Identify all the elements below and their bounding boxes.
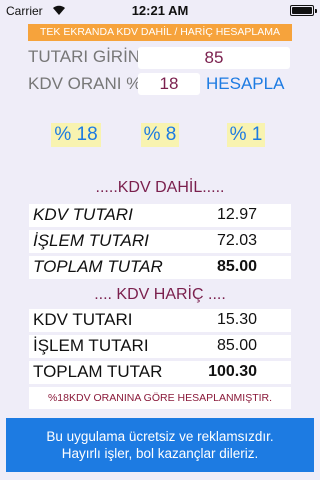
haric-kdv-label: KDV TUTARI bbox=[33, 310, 133, 329]
dahil-islem-label: İŞLEM TUTARI bbox=[33, 231, 149, 250]
haric-kdv-value: 15.30 bbox=[216, 311, 257, 328]
dahil-toplam-label: TOPLAM TUTAR bbox=[33, 257, 163, 276]
dahil-kdv-row: KDV TUTARI 12.97 bbox=[29, 204, 291, 227]
rate-18-button[interactable]: % 18 bbox=[51, 123, 101, 147]
kdv-dahil-title: .....KDV DAHİL..... bbox=[95, 179, 225, 196]
haric-toplam-label: TOPLAM TUTAR bbox=[33, 362, 163, 381]
haric-toplam-value: 100.30 bbox=[208, 363, 257, 380]
battery-icon bbox=[290, 5, 317, 16]
dahil-kdv-label: KDV TUTARI bbox=[33, 205, 133, 224]
kdv-haric-title: .... KDV HARİÇ .... bbox=[94, 286, 226, 303]
calculate-button[interactable]: HESAPLA bbox=[206, 74, 284, 94]
rate-8-button[interactable]: % 8 bbox=[141, 123, 179, 147]
banner-line-1: Bu uygulama ücretsiz ve reklamsızdır. bbox=[46, 429, 274, 444]
haric-islem-value: 85.00 bbox=[216, 337, 257, 354]
dahil-toplam-row: TOPLAM TUTAR 85.00 bbox=[29, 256, 291, 279]
haric-kdv-row: KDV TUTARI 15.30 bbox=[29, 309, 291, 332]
dahil-kdv-value: 12.97 bbox=[216, 206, 257, 223]
rate-1-button[interactable]: % 1 bbox=[227, 123, 265, 147]
haric-islem-row: İŞLEM TUTARI 85.00 bbox=[29, 335, 291, 358]
banner-line-2: Hayırlı işler, bol kazançlar dileriz. bbox=[61, 446, 259, 461]
status-bar: Carrier 12:21 AM bbox=[0, 0, 320, 20]
rate-input[interactable]: 18 bbox=[138, 73, 200, 95]
rate-label: KDV ORANI % bbox=[28, 74, 142, 93]
app-header-title: TEK EKRANDA KDV DAHİL / HARİÇ HESAPLAMA bbox=[28, 24, 292, 41]
info-banner: Bu uygulama ücretsiz ve reklamsızdır. Ha… bbox=[6, 418, 314, 472]
amount-input[interactable]: 85 bbox=[138, 47, 290, 69]
dahil-islem-row: İŞLEM TUTARI 72.03 bbox=[29, 230, 291, 253]
status-time: 12:21 AM bbox=[131, 3, 189, 18]
dahil-islem-value: 72.03 bbox=[216, 232, 257, 249]
haric-islem-label: İŞLEM TUTARI bbox=[33, 336, 149, 355]
haric-toplam-row: TOPLAM TUTAR 100.30 bbox=[29, 361, 291, 384]
amount-label: TUTARI GİRİN bbox=[28, 47, 141, 66]
dahil-toplam-value: 85.00 bbox=[216, 258, 257, 275]
rate-note: %18KDV ORANINA GÖRE HESAPLANMIŞTIR. bbox=[29, 387, 291, 409]
